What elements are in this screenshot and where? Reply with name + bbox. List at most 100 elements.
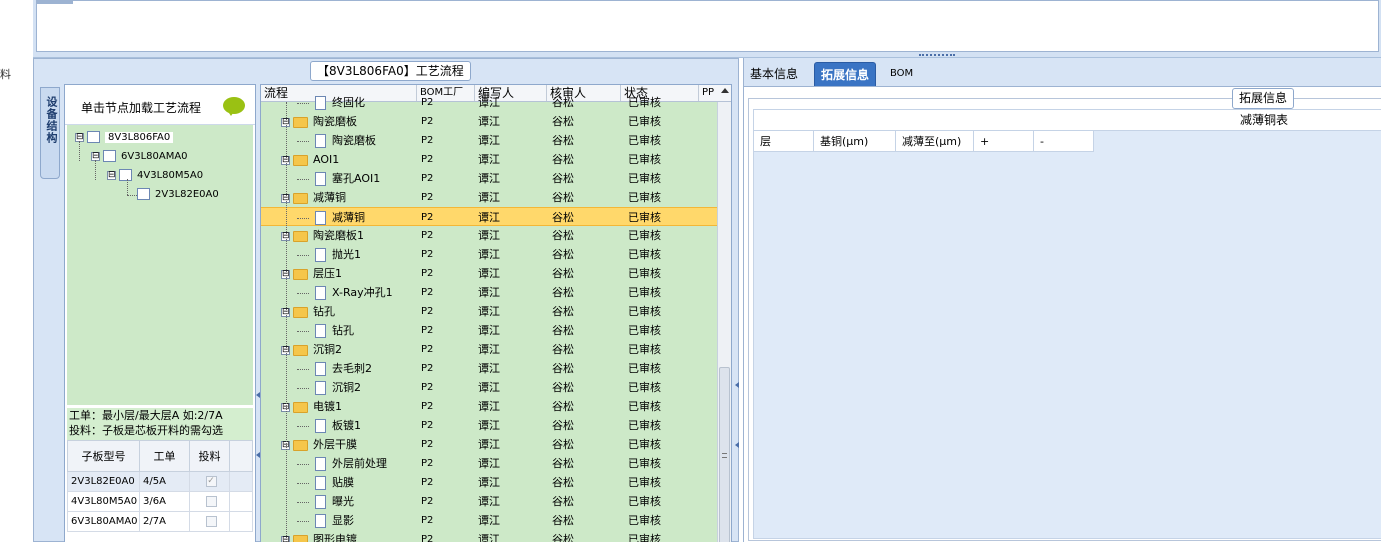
scroll-up-arrow-icon[interactable] [721, 88, 729, 93]
process-step-row[interactable]: 减薄铜 P2 谭江 谷松 已审核 [261, 207, 717, 226]
document-icon [315, 419, 326, 433]
tree-node[interactable]: ⊟ 8V3L806FA0 [75, 130, 174, 146]
cell-order[interactable]: 3/6A [139, 491, 190, 512]
tree-info-note: 工单：最小层/最大层A 如:2/7A 投料：子板是芯板开料的需勾选 [67, 408, 253, 440]
cell-status: 已审核 [628, 362, 661, 375]
cell-status: 已审核 [628, 476, 661, 489]
process-step-row[interactable]: 贴膜 P2 谭江 谷松 已审核 [261, 473, 717, 492]
cell-plant: P2 [421, 97, 434, 108]
cell-order[interactable]: 2/7A [139, 511, 190, 532]
side-tab-label: 设备结构 [45, 96, 58, 144]
material-checkbox[interactable] [205, 495, 217, 507]
cell-reviewer: 谷松 [552, 134, 574, 147]
col-header-order[interactable]: 工单 [139, 440, 190, 472]
process-name: 沉铜2 [313, 343, 342, 356]
add-column-button[interactable]: + [974, 131, 1034, 152]
cell-author: 谭江 [478, 134, 500, 147]
cell-status: 已审核 [628, 134, 661, 147]
col-header-material[interactable]: 投料 [189, 440, 230, 472]
material-checkbox[interactable] [205, 515, 217, 527]
tab-bom[interactable]: BOM [884, 62, 919, 86]
cell-reviewer: 谷松 [552, 324, 574, 337]
cell-reviewer: 谷松 [552, 438, 574, 451]
process-name: 减薄铜 [313, 191, 346, 204]
cell-model[interactable]: 2V3L82E0A0 [67, 471, 140, 492]
left-edge-strip: 料 [0, 0, 33, 542]
cell-author: 谭江 [478, 400, 500, 413]
cell-author: 谭江 [478, 457, 500, 470]
tree-node[interactable]: ⊟ 4V3L80M5A0 [107, 168, 203, 184]
document-icon [315, 172, 326, 186]
tree-node[interactable]: ⊟ 6V3L80AMA0 [91, 149, 188, 165]
tree-header: 单击节点加载工艺流程 [65, 85, 255, 125]
process-group-row[interactable]: ⊟ 陶瓷磨板1 P2 谭江 谷松 已审核 [261, 226, 717, 245]
table-row[interactable]: 6V3L80AMA0 2/7A [67, 511, 253, 532]
cell-order[interactable]: 4/5A [139, 471, 190, 492]
cell-status: 已审核 [628, 115, 661, 128]
col-header-base-copper[interactable]: 基铜(μm) [814, 131, 896, 152]
process-step-row[interactable]: 显影 P2 谭江 谷松 已审核 [261, 511, 717, 530]
process-group-row[interactable]: ⊟ 减薄铜 P2 谭江 谷松 已审核 [261, 188, 717, 207]
collapse-left-arrow-icon[interactable] [735, 442, 739, 448]
process-step-row[interactable]: 去毛刺2 P2 谭江 谷松 已审核 [261, 359, 717, 378]
collapse-icon[interactable]: ⊟ [107, 170, 116, 180]
top-text-area[interactable] [36, 0, 1379, 52]
col-header-reduce-to[interactable]: 减薄至(μm) [896, 131, 974, 152]
process-group-row[interactable]: ⊟ AOI1 P2 谭江 谷松 已审核 [261, 150, 717, 169]
cell-plant: P2 [421, 439, 434, 450]
process-step-row[interactable]: 塞孔AOI1 P2 谭江 谷松 已审核 [261, 169, 717, 188]
process-step-row[interactable]: 抛光1 P2 谭江 谷松 已审核 [261, 245, 717, 264]
cell-status: 已审核 [628, 419, 661, 432]
process-step-row[interactable]: 曝光 P2 谭江 谷松 已审核 [261, 492, 717, 511]
tab-extended-info[interactable]: 拓展信息 [814, 62, 877, 86]
process-group-row[interactable]: ⊟ 外层干膜 P2 谭江 谷松 已审核 [261, 435, 717, 454]
folder-icon [293, 439, 308, 451]
cell-author: 谭江 [478, 172, 500, 185]
cell-reviewer: 谷松 [552, 495, 574, 508]
table-row[interactable]: 4V3L80M5A0 3/6A [67, 491, 253, 512]
document-icon [315, 211, 326, 225]
cell-author: 谭江 [478, 324, 500, 337]
remove-column-button[interactable]: - [1034, 131, 1094, 152]
process-step-row[interactable]: 钻孔 P2 谭江 谷松 已审核 [261, 321, 717, 340]
cell-model[interactable]: 4V3L80M5A0 [67, 491, 140, 512]
cell-reviewer: 谷松 [552, 362, 574, 375]
cell-status: 已审核 [628, 400, 661, 413]
folder-icon [293, 268, 308, 280]
material-checkbox[interactable]: ✓ [205, 475, 217, 487]
extended-info-content: 拓展信息 减薄铜表 层 基铜(μm) 减薄至(μm) + - [744, 86, 1381, 542]
process-group-row[interactable]: ⊟ 图形电镀 P2 谭江 谷松 已审核 [261, 530, 717, 542]
side-tab-equipment[interactable]: 设备结构 [40, 87, 60, 179]
process-group-row[interactable]: ⊟ 电镀1 P2 谭江 谷松 已审核 [261, 397, 717, 416]
col-header-model[interactable]: 子板型号 [67, 440, 140, 472]
cell-plant: P2 [421, 173, 434, 184]
process-step-row[interactable]: 沉铜2 P2 谭江 谷松 已审核 [261, 378, 717, 397]
table-row[interactable]: 2V3L82E0A0 4/5A ✓ [67, 471, 253, 492]
process-group-row[interactable]: ⊟ 层压1 P2 谭江 谷松 已审核 [261, 264, 717, 283]
process-step-row[interactable]: 外层前处理 P2 谭江 谷松 已审核 [261, 454, 717, 473]
node-box-icon [103, 150, 116, 162]
process-step-row[interactable]: 板镀1 P2 谭江 谷松 已审核 [261, 416, 717, 435]
grid-scrollbar[interactable] [717, 88, 731, 542]
process-group-row[interactable]: ⊟ 沉铜2 P2 谭江 谷松 已审核 [261, 340, 717, 359]
process-step-row[interactable]: X-Ray冲孔1 P2 谭江 谷松 已审核 [261, 283, 717, 302]
process-step-row[interactable]: 终固化 P2 谭江 谷松 已审核 [261, 93, 717, 112]
col-header-layer[interactable]: 层 [754, 131, 814, 152]
process-step-row[interactable]: 陶瓷磨板 P2 谭江 谷松 已审核 [261, 131, 717, 150]
group-legend: 拓展信息 [1232, 88, 1295, 109]
cell-reviewer: 谷松 [552, 457, 574, 470]
cell-plant: P2 [421, 477, 434, 488]
speech-bubble-icon[interactable] [223, 97, 245, 116]
process-group-row[interactable]: ⊟ 钻孔 P2 谭江 谷松 已审核 [261, 302, 717, 321]
cell-status: 已审核 [628, 191, 661, 204]
cell-author: 谭江 [478, 495, 500, 508]
tree-node[interactable]: 2V3L82E0A0 [137, 187, 219, 203]
scrollbar-thumb[interactable] [719, 367, 730, 542]
process-group-row[interactable]: ⊟ 陶瓷磨板 P2 谭江 谷松 已审核 [261, 112, 717, 131]
collapse-left-arrow-icon[interactable] [735, 382, 739, 388]
cell-model[interactable]: 6V3L80AMA0 [67, 511, 140, 532]
folder-icon [293, 230, 308, 242]
cell-author: 谭江 [478, 438, 500, 451]
tab-basic-info[interactable]: 基本信息 [744, 62, 804, 86]
folder-icon [293, 401, 308, 413]
